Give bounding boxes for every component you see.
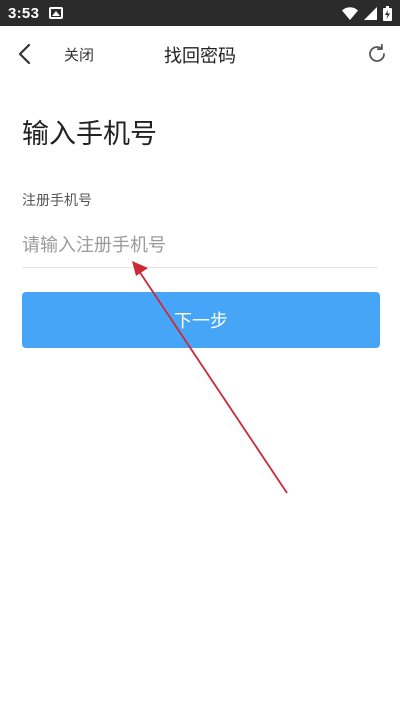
wifi-icon	[342, 6, 358, 20]
phone-input[interactable]	[22, 224, 378, 268]
photo-icon	[49, 7, 64, 19]
refresh-icon[interactable]	[366, 43, 388, 65]
status-bar: 3:53	[0, 0, 400, 26]
status-time: 3:53	[8, 4, 40, 22]
phone-field-label: 注册手机号	[22, 193, 92, 209]
status-icons	[342, 5, 392, 21]
battery-charging-icon	[383, 5, 392, 21]
annotation-arrow	[132, 261, 288, 494]
cellular-signal-icon	[364, 6, 377, 20]
page-title: 找回密码	[164, 46, 236, 67]
nav-bar: 关闭 找回密码	[0, 26, 400, 82]
form-heading: 输入手机号	[22, 119, 157, 150]
next-step-button[interactable]: 下一步	[22, 292, 380, 348]
